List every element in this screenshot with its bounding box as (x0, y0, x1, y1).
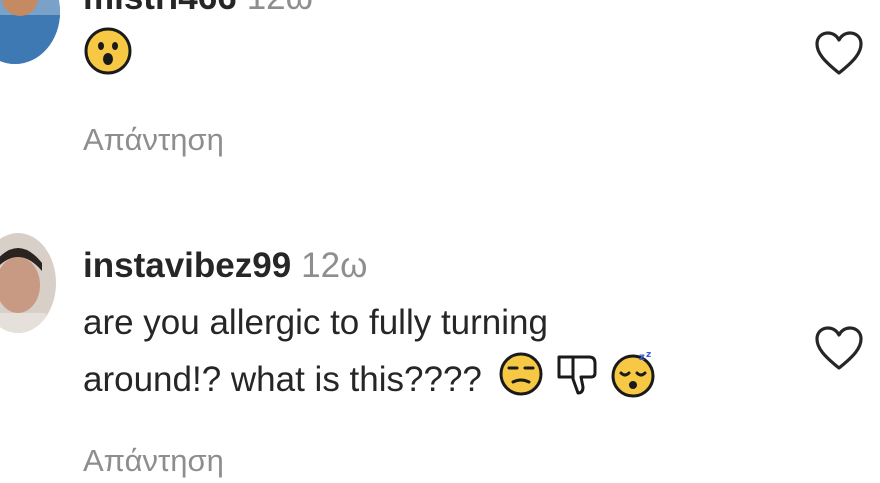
thumbs-down-emoji (553, 351, 599, 412)
comment-text (83, 26, 133, 91)
reply-button[interactable]: Απάντηση (83, 122, 224, 158)
astonished-face-emoji (83, 26, 133, 91)
comment-text-line-2-label: around!? what is this???? (83, 359, 482, 399)
comment-item: mistri466 12ω Απάντηση (0, 0, 880, 180)
avatar[interactable] (0, 0, 60, 64)
sleeping-face-emoji: z z (609, 349, 659, 414)
username-link[interactable]: instavibez99 (83, 246, 291, 285)
comment-timestamp[interactable]: 12ω (301, 246, 367, 285)
comment-header: instavibez99 12ω (83, 246, 367, 286)
avatar-photo (0, 0, 60, 64)
username-link[interactable]: mistri466 (83, 0, 237, 17)
comment-text-line-2: around!? what is this???? z z (83, 349, 659, 414)
unamused-face-emoji (498, 351, 544, 412)
comment-header: mistri466 12ω (83, 0, 313, 18)
svg-text:z: z (639, 352, 645, 363)
svg-text:z: z (646, 350, 651, 360)
avatar[interactable] (0, 233, 56, 333)
comment-timestamp[interactable]: 12ω (247, 0, 313, 17)
heart-outline-icon[interactable] (814, 30, 864, 76)
reply-button[interactable]: Απάντηση (83, 443, 224, 479)
avatar-photo (0, 233, 56, 333)
heart-outline-icon[interactable] (814, 325, 864, 371)
comment-text-line-1: are you allergic to fully turning (83, 303, 548, 342)
comment-item: instavibez99 12ω are you allergic to full… (0, 215, 880, 483)
